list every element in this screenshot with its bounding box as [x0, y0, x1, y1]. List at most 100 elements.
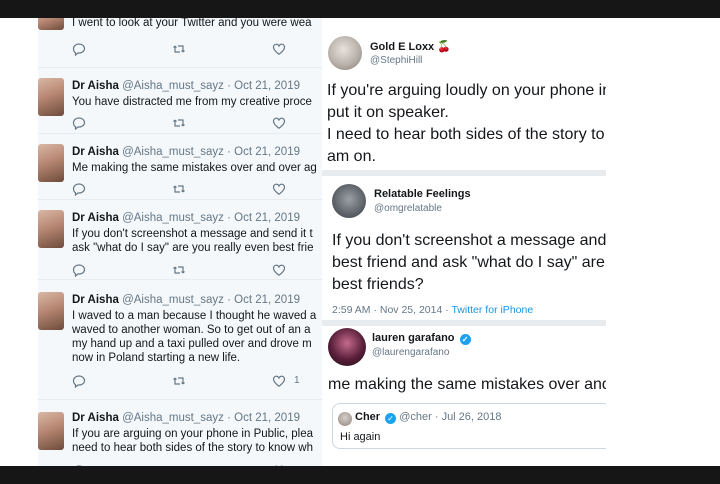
tweet-date[interactable]: Oct 21, 2019: [234, 412, 300, 424]
tweet-date[interactable]: Jul 26, 2018: [442, 411, 502, 423]
author-handle[interactable]: @omgrelatable: [374, 203, 442, 214]
author-handle[interactable]: @Aisha_must_sayz: [122, 294, 224, 306]
author-name[interactable]: Dr Aisha: [72, 412, 119, 424]
timeline-tweet[interactable]: Dr Aisha @Aisha_must_sayz · Oct 21, 2019…: [38, 200, 322, 280]
avatar[interactable]: [38, 144, 64, 182]
tweet-text-line: If you are arguing on your phone in Publ…: [72, 428, 314, 440]
tweet-text: If you're arguing loudly on your phone i…: [327, 80, 606, 168]
tweet-text-line: I waved to a man because I thought he wa…: [72, 310, 317, 322]
author-name[interactable]: lauren garafano ✓: [372, 332, 471, 345]
author-handle[interactable]: @laurengarafano: [372, 347, 449, 358]
author-handle[interactable]: @Aisha_must_sayz: [122, 412, 224, 424]
author-handle[interactable]: @cher: [399, 411, 432, 423]
tweet-text: Me making the same mistakes over and ove…: [72, 161, 322, 175]
tweet-text: You have distracted me from my creative …: [72, 95, 322, 109]
author-name[interactable]: Gold E Loxx 🍒: [370, 40, 451, 53]
timeline-tweet[interactable]: Dr Aisha @Aisha_must_sayz · Oct 21, 2019…: [38, 280, 322, 400]
quoted-tweet-text: Hi again: [340, 431, 381, 443]
right-margin: [606, 18, 720, 466]
verified-badge-icon: ✓: [459, 334, 471, 345]
tweet-text: If you don't screenshot a message and se…: [72, 227, 322, 255]
tweet-actions: [72, 263, 322, 277]
author-name[interactable]: Dr Aisha: [72, 294, 119, 306]
top-letterbox-bar: [0, 0, 720, 18]
reply-icon[interactable]: [72, 374, 86, 388]
tweet-header: Dr Aisha @Aisha_must_sayz · Oct 21, 2019: [72, 212, 300, 224]
tweet-date[interactable]: Oct 21, 2019: [234, 146, 300, 158]
divider: [322, 170, 606, 176]
retweet-icon[interactable]: [172, 374, 186, 388]
tweet-text-line: am on.: [327, 148, 376, 165]
retweet-icon[interactable]: [172, 263, 186, 277]
left-margin: [0, 18, 38, 466]
tweet-text-line: put it on speaker.: [327, 104, 449, 121]
tweet-date[interactable]: Oct 21, 2019: [234, 80, 300, 92]
reply-icon[interactable]: [72, 116, 86, 130]
like-icon[interactable]: [272, 116, 286, 130]
tweet-text-line: ask "what do I say" are you really even …: [72, 242, 314, 254]
tweet-text: If you are arguing on your phone in Publ…: [72, 427, 322, 455]
retweet-icon[interactable]: [172, 116, 186, 130]
tweet-actions: [72, 42, 322, 56]
tweet-time[interactable]: 2:59 AM · Nov 25, 2014 ·: [332, 304, 451, 316]
author-name[interactable]: Dr Aisha: [72, 146, 119, 158]
tweet-timestamp: 2:59 AM · Nov 25, 2014 · Twitter for iPh…: [332, 304, 533, 316]
dot-separator: ·: [227, 146, 231, 158]
screenshot-collage: I went to look at your Twitter and you w…: [0, 18, 720, 466]
author-handle[interactable]: @Aisha_must_sayz: [122, 212, 224, 224]
like-icon[interactable]: [272, 374, 286, 388]
like-icon[interactable]: [272, 263, 286, 277]
avatar[interactable]: [328, 36, 362, 70]
tweet-date[interactable]: Oct 21, 2019: [234, 212, 300, 224]
avatar[interactable]: [332, 184, 366, 218]
avatar[interactable]: [38, 292, 64, 330]
dot-separator: ·: [227, 412, 231, 424]
tweet-header: Dr Aisha @Aisha_must_sayz · Oct 21, 2019: [72, 80, 300, 92]
tweet-text-line: best friend and ask "what do I say" are: [332, 254, 605, 271]
quoted-tweet-header: Cher ✓ @cher · Jul 26, 2018: [355, 411, 502, 424]
tweet-text-line: I went to look at your Twitter and you w…: [72, 18, 312, 29]
retweet-icon[interactable]: [172, 182, 186, 196]
tweet-text-line: If you don't screenshot a message and se…: [72, 228, 313, 240]
author-handle[interactable]: @StephiHill: [370, 55, 422, 66]
retweet-icon[interactable]: [172, 42, 186, 56]
tweet-text-line: If you don't screenshot a message and: [332, 232, 606, 249]
avatar[interactable]: [38, 412, 64, 450]
avatar[interactable]: [38, 18, 64, 30]
author-handle[interactable]: @Aisha_must_sayz: [122, 80, 224, 92]
avatar[interactable]: [328, 328, 366, 366]
tweet-text-line: my hand up and a taxi pulled over and dr…: [72, 338, 312, 350]
like-icon[interactable]: [272, 42, 286, 56]
timeline-tweet[interactable]: Dr Aisha @Aisha_must_sayz · Oct 21, 2019…: [38, 400, 322, 466]
reply-icon[interactable]: [72, 263, 86, 277]
quoted-tweet[interactable]: Cher ✓ @cher · Jul 26, 2018 Hi again: [332, 403, 606, 449]
dot-separator: ·: [227, 212, 231, 224]
avatar[interactable]: [338, 412, 352, 426]
timeline-tweet[interactable]: I went to look at your Twitter and you w…: [38, 18, 322, 68]
tweet-source-link[interactable]: Twitter for iPhone: [451, 304, 533, 316]
author-name[interactable]: Cher: [355, 411, 380, 423]
tweet-actions: 1: [72, 374, 322, 388]
like-icon[interactable]: [272, 182, 286, 196]
reply-icon[interactable]: [72, 182, 86, 196]
author-handle[interactable]: @Aisha_must_sayz: [122, 146, 224, 158]
tweet-actions: [72, 182, 322, 196]
left-timeline: I went to look at your Twitter and you w…: [38, 18, 322, 466]
tweet-actions: [72, 116, 322, 130]
dot-separator: ·: [227, 80, 231, 92]
avatar[interactable]: [38, 78, 64, 116]
tweet-text-line: best friends?: [332, 276, 424, 293]
author-name[interactable]: Relatable Feelings: [374, 188, 471, 200]
avatar[interactable]: [38, 210, 64, 248]
tweet-text-line: me making the same mistakes over and: [328, 376, 606, 393]
divider: [322, 320, 606, 326]
tweet-text-line: waved to another woman. So to get out of…: [72, 324, 311, 336]
tweet-header: Dr Aisha @Aisha_must_sayz · Oct 21, 2019: [72, 294, 300, 306]
tweet-text-line: You have distracted me from my creative …: [72, 96, 312, 108]
reply-icon[interactable]: [72, 42, 86, 56]
author-name[interactable]: Dr Aisha: [72, 80, 119, 92]
author-name[interactable]: Dr Aisha: [72, 212, 119, 224]
tweet-date[interactable]: Oct 21, 2019: [234, 294, 300, 306]
timeline-tweet[interactable]: Dr Aisha @Aisha_must_sayz · Oct 21, 2019…: [38, 68, 322, 134]
timeline-tweet[interactable]: Dr Aisha @Aisha_must_sayz · Oct 21, 2019…: [38, 134, 322, 200]
